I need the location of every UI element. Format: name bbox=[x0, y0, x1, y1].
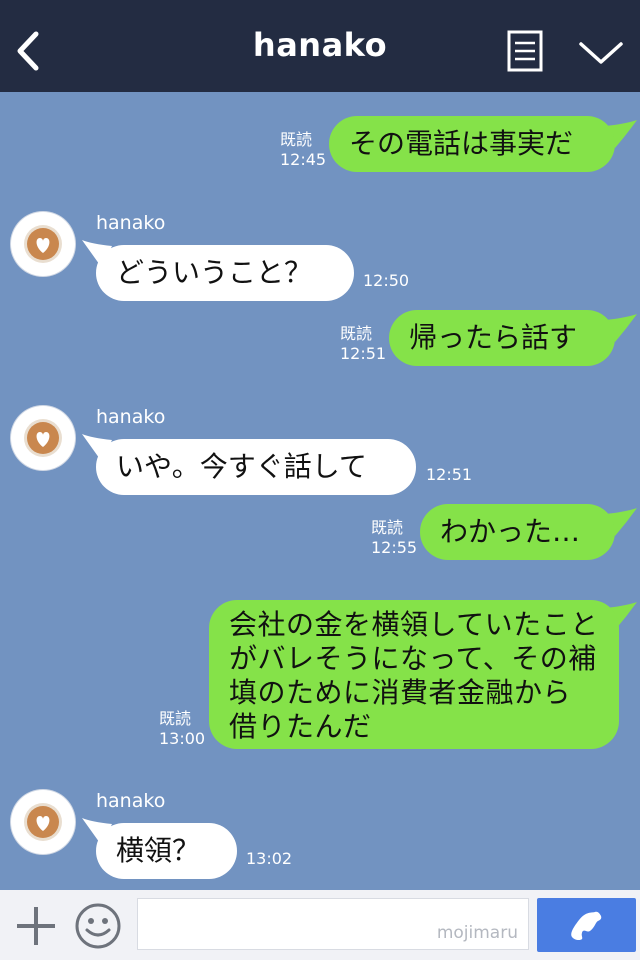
latte-art-icon bbox=[13, 214, 73, 274]
latte-art-icon bbox=[13, 408, 73, 468]
read-receipt: 既読 12:55 bbox=[371, 518, 418, 557]
read-receipt: 既読 12:51 bbox=[340, 324, 387, 363]
dropdown-button[interactable] bbox=[575, 30, 627, 74]
message-bubble-theirs[interactable]: 横領？ bbox=[96, 823, 237, 879]
avatar[interactable] bbox=[11, 406, 75, 470]
smiley-icon bbox=[75, 903, 121, 949]
plus-icon bbox=[17, 907, 55, 945]
message-bubble-theirs[interactable]: どういうこと？ bbox=[96, 245, 354, 301]
message-time: 12:50 bbox=[363, 271, 410, 290]
message-footer: mojimaru bbox=[0, 890, 640, 960]
chat-area[interactable]: 既読 12:45 その電話は事実だ hanako どういうこと？ 12:50 既… bbox=[0, 92, 640, 890]
latte-art-icon bbox=[13, 792, 73, 852]
read-receipt: 既読 13:00 bbox=[159, 709, 206, 748]
message-bubble-mine[interactable]: 会社の金を横領していたことがバレそうになって、その補填のために消費者金融から借り… bbox=[209, 600, 619, 749]
sender-name: hanako bbox=[96, 212, 166, 234]
watermark: mojimaru bbox=[436, 923, 518, 943]
read-receipt: 既読 12:45 bbox=[280, 130, 327, 169]
message-bubble-mine[interactable]: 帰ったら話す bbox=[389, 310, 615, 366]
avatar[interactable] bbox=[11, 790, 75, 854]
message-bubble-mine[interactable]: わかった… bbox=[420, 504, 615, 560]
avatar[interactable] bbox=[11, 212, 75, 276]
phone-icon bbox=[571, 911, 602, 941]
message-input[interactable]: mojimaru bbox=[137, 898, 529, 950]
message-bubble-mine[interactable]: その電話は事実だ bbox=[329, 116, 615, 172]
add-button[interactable] bbox=[14, 904, 58, 948]
message-time: 13:02 bbox=[246, 849, 293, 868]
chevron-down-icon bbox=[579, 42, 623, 64]
call-button[interactable] bbox=[537, 898, 636, 952]
message-time: 12:51 bbox=[426, 465, 473, 484]
message-bubble-theirs[interactable]: いや。今すぐ話して bbox=[96, 439, 416, 495]
sender-name: hanako bbox=[96, 406, 166, 428]
emoji-button[interactable] bbox=[74, 902, 122, 950]
sender-name: hanako bbox=[96, 790, 166, 812]
menu-button[interactable] bbox=[500, 26, 550, 76]
chat-header: hanako bbox=[0, 0, 640, 92]
menu-list-icon bbox=[507, 30, 543, 72]
